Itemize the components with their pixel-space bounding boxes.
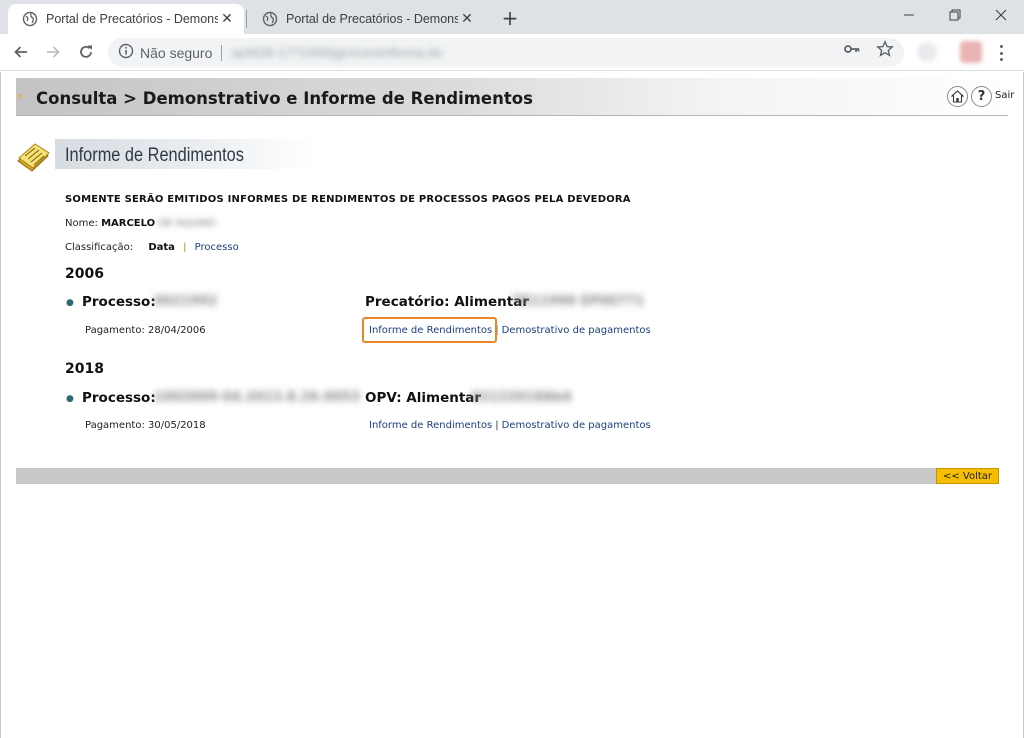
precatorio-label: Precatório: Alimentar: [365, 294, 529, 310]
classification-separator: |: [183, 242, 187, 253]
tab-close-icon[interactable]: ✕: [218, 10, 236, 28]
minimize-icon[interactable]: [886, 0, 932, 30]
tab-inactive[interactable]: Portal de Precatórios - Demonstr ✕: [248, 4, 484, 34]
tab-close-icon[interactable]: ✕: [458, 10, 476, 28]
globe-icon: [22, 11, 38, 27]
kebab-menu-icon[interactable]: [996, 43, 1006, 63]
section-title: Informe de Rendimentos: [65, 145, 244, 166]
tab-title: Portal de Precatórios - Demonstr: [46, 12, 218, 26]
link-separator: |: [495, 420, 499, 431]
opv-number: 02122018Ab4: [471, 390, 572, 405]
opv-label: OPV: Alimentar: [365, 390, 482, 406]
logout-link[interactable]: Sair: [995, 90, 1014, 101]
classification-selected: Data: [148, 242, 175, 253]
restore-icon[interactable]: [932, 0, 978, 30]
url-text[interactable]: sp4626-1771000/jgc/consInforma.do: [231, 45, 442, 60]
footer-bar: [16, 468, 999, 484]
documents-icon: [15, 141, 51, 175]
process-number: 0021992: [154, 294, 218, 309]
tab-active[interactable]: Portal de Precatórios - Demonstr ✕: [8, 4, 244, 34]
informe-rendimentos-link[interactable]: Informe de Rendimentos: [369, 420, 492, 431]
beneficiary-name: Nome: MARCELO DE AQUINO: [65, 218, 216, 229]
payment-date: Pagamento: 28/04/2006: [85, 325, 206, 336]
star-icon[interactable]: [876, 40, 894, 58]
classification-process-link[interactable]: Processo: [195, 242, 239, 253]
notice-text: SOMENTE SERÃO EMITIDOS INFORMES DE RENDI…: [65, 194, 631, 205]
year-heading: 2006: [65, 266, 104, 282]
home-icon[interactable]: [947, 86, 968, 107]
new-tab-plus-icon[interactable]: +: [498, 6, 522, 30]
group-links: Informe de Rendimentos | Demostrativo de p…: [369, 420, 651, 431]
back-arrow-icon[interactable]: [8, 39, 34, 65]
close-window-icon[interactable]: [978, 0, 1024, 30]
avatar[interactable]: [960, 41, 982, 63]
back-button[interactable]: << Voltar: [936, 468, 999, 484]
reload-icon[interactable]: [73, 39, 99, 65]
tab-separator: [246, 10, 247, 28]
bullet-icon: ●: [66, 298, 74, 308]
browser-toolbar: Não seguro sp4626-1771000/jgc/consInform…: [0, 34, 1024, 71]
name-rest: DE AQUINO: [158, 218, 216, 229]
address-bar[interactable]: Não seguro sp4626-1771000/jgc/consInform…: [108, 38, 904, 67]
name-label: Nome:: [65, 218, 98, 229]
highlight-box: [362, 317, 497, 343]
process-number: 1002009-04.2013.8.26.0053: [154, 390, 361, 405]
tab-strip: Portal de Precatórios - Demonstr ✕ Porta…: [0, 0, 1024, 34]
payment-date: Pagamento: 30/05/2018: [85, 420, 206, 431]
classification: Classificação: Data | Processo: [65, 242, 239, 253]
header-arrow-icon: ›: [18, 89, 23, 103]
demonstrativo-pagamentos-link[interactable]: Demostrativo de pagamentos: [502, 325, 651, 336]
key-icon[interactable]: [843, 40, 861, 58]
address-divider: [221, 44, 223, 61]
precatorio-number: TR11998 EP00771: [512, 294, 645, 309]
help-label: ?: [977, 89, 986, 104]
extension-icon[interactable]: [917, 42, 937, 62]
name-first: MARCELO: [101, 218, 156, 229]
tab-title: Portal de Precatórios - Demonstr: [286, 12, 458, 26]
process-label: Processo:: [82, 390, 156, 406]
help-icon[interactable]: ?: [971, 86, 992, 107]
bullet-icon: ●: [66, 394, 74, 404]
security-label: Não seguro: [140, 44, 213, 61]
page-content: › Consulta > Demonstrativo e Informe de …: [0, 72, 1024, 738]
page-title: Consulta > Demonstrativo e Informe de Re…: [36, 89, 533, 108]
process-label: Processo:: [82, 294, 156, 310]
demonstrativo-pagamentos-link[interactable]: Demostrativo de pagamentos: [502, 420, 651, 431]
classification-label: Classificação:: [65, 242, 134, 253]
globe-icon: [262, 11, 278, 27]
info-icon[interactable]: [118, 43, 134, 63]
page-header: › Consulta > Demonstrativo e Informe de …: [16, 78, 1014, 116]
year-heading: 2018: [65, 361, 104, 377]
forward-arrow-icon[interactable]: [40, 39, 66, 65]
